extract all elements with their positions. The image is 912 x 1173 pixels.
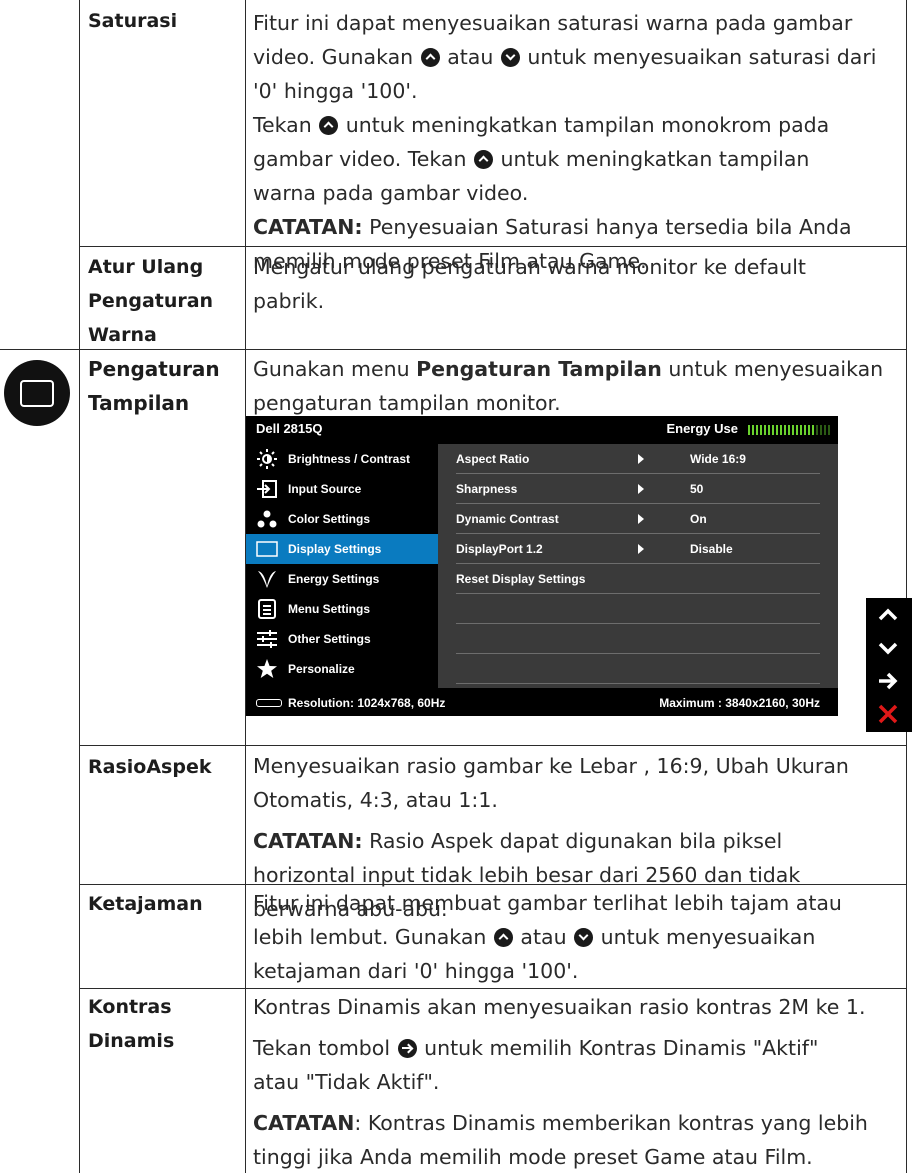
up-button-icon [420,48,440,67]
down-button-icon [500,48,520,67]
dynamic-contrast-label: Kontras Dinamis [88,996,175,1052]
note-label: CATATAN: [253,215,363,239]
connector-icon [256,699,282,707]
play-arrow-icon [638,484,644,494]
play-arrow-icon [638,454,644,464]
down-arrow-icon[interactable] [866,631,912,664]
osd-row-empty [456,594,820,624]
reset-color-label: Atur Ulang Pengaturan Warna [88,256,214,346]
osd-nav-buttons [866,598,912,732]
display-settings-icon [256,541,278,557]
down-button-icon [574,928,594,947]
osd-menu-item-brightness[interactable]: Brightness / Contrast [246,444,438,474]
saturasi-description: Fitur ini dapat menyesuaikan saturasi wa… [253,6,903,278]
osd-resolution: Resolution: 1024x768, 60Hz [288,696,446,710]
dynamic-contrast-description: Kontras Dinamis akan menyesuaikan rasio … [253,995,868,1169]
right-button-icon [397,1039,417,1058]
text-line: '0' hingga '100'. [253,79,418,103]
note-label: CATATAN: [253,829,363,853]
text-line: warna pada gambar video. [253,181,529,205]
saturasi-label: Saturasi [88,10,178,32]
aspect-ratio-label: RasioAspek [88,756,212,778]
row-divider [79,988,907,989]
personalize-icon [257,659,277,678]
note-label: CATATAN [253,1111,355,1135]
osd-row-sharpness[interactable]: Sharpness 50 [456,474,820,504]
osd-maximum: Maximum : 3840x2160, 30Hz [659,696,820,710]
osd-row-reset-display[interactable]: Reset Display Settings [456,564,820,594]
osd-menu-item-energy-settings[interactable]: Energy Settings [246,564,438,594]
color-settings-icon [257,510,277,528]
osd-row-displayport[interactable]: DisplayPort 1.2 Disable [456,534,820,564]
energy-meter [748,425,830,435]
osd-menu-item-personalize[interactable]: Personalize [246,654,438,684]
up-button-icon [473,150,493,169]
osd-menu-item-menu-settings[interactable]: Menu Settings [246,594,438,624]
display-settings-icon [4,360,70,426]
osd-menu-item-color-settings[interactable]: Color Settings [246,504,438,534]
brightness-icon [257,449,277,469]
osd-submenu-panel: Aspect Ratio Wide 16:9 Sharpness 50 Dynami… [438,444,838,688]
osd-menu-item-input-source[interactable]: Input Source [246,474,438,504]
osd-footer: Resolution: 1024x768, 60Hz Maximum : 384… [246,688,838,716]
osd-menu-item-other-settings[interactable]: Other Settings [246,624,438,654]
reset-color-description: Mengatur ulang pengaturan warna monitor … [253,255,806,313]
osd-row-dynamic-contrast[interactable]: Dynamic Contrast On [456,504,820,534]
menu-settings-icon [258,599,276,619]
osd-main-menu: Brightness / Contrast Input Source Color… [246,444,438,688]
osd-row-aspect-ratio[interactable]: Aspect Ratio Wide 16:9 [456,444,820,474]
other-settings-icon [257,630,277,648]
sharpness-label: Ketajaman [88,893,203,915]
up-button-icon [319,116,339,135]
right-arrow-icon[interactable] [866,664,912,697]
input-source-icon [257,480,277,498]
sharpness-description: Fitur ini dapat membuat gambar terlihat … [253,891,842,983]
energy-use-label: Energy Use [666,421,738,436]
up-arrow-icon[interactable] [866,598,912,631]
play-arrow-icon [638,514,644,524]
up-button-icon [493,928,513,947]
osd-menu-item-display-settings[interactable]: Display Settings [246,534,438,564]
display-settings-label: Pengaturan Tampilan [88,357,220,415]
display-settings-description: Gunakan menu Pengaturan Tampilan untuk m… [253,357,884,415]
osd-menu-screenshot: Dell 2815Q Energy Use Brightness / Contr… [246,416,838,716]
osd-row-empty [456,654,820,684]
energy-settings-icon [258,571,276,588]
row-divider [79,745,907,746]
osd-header: Dell 2815Q Energy Use [246,416,838,444]
osd-row-empty [456,624,820,654]
osd-model-title: Dell 2815Q [256,421,323,436]
column-divider [79,0,80,1173]
close-icon[interactable] [866,697,912,730]
play-arrow-icon [638,544,644,554]
text-line: Fitur ini dapat menyesuaikan saturasi wa… [253,11,853,35]
